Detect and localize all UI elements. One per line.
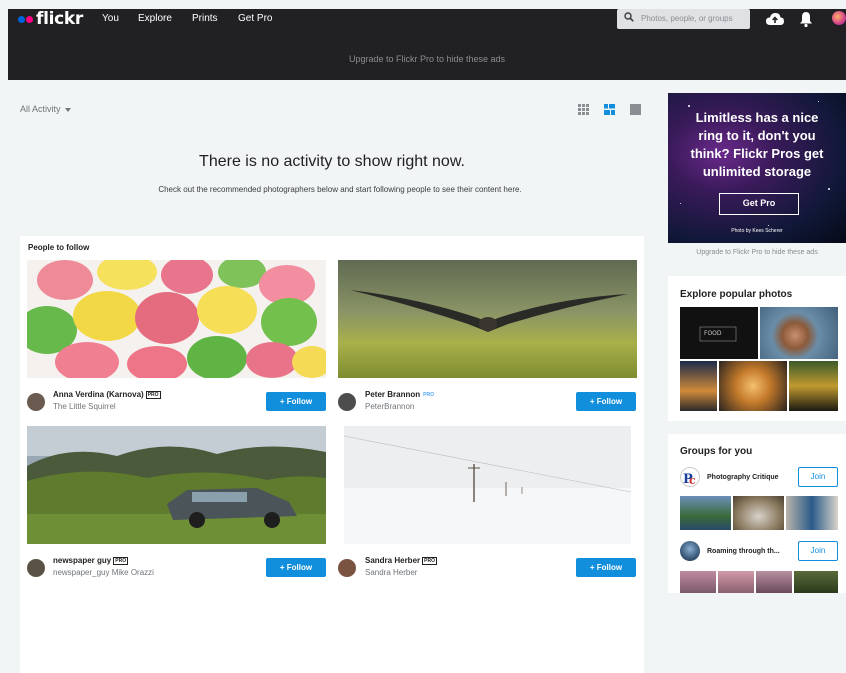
group-photo[interactable]	[794, 571, 838, 593]
person-name[interactable]: Anna Verdina (Karnova) PRO	[53, 390, 161, 399]
pro-badge: PRO	[145, 390, 161, 399]
empty-state-subtitle: Check out the recommended photographers …	[158, 185, 522, 194]
group-photo[interactable]	[786, 496, 838, 530]
activity-filter-dropdown[interactable]: All Activity	[20, 104, 71, 114]
ad-headline-line: Limitless has a nice	[695, 110, 819, 125]
ad-headline: Limitless has a nice ring to it, don't y…	[668, 109, 846, 181]
pro-badge: PRO	[422, 556, 437, 565]
star	[688, 105, 690, 107]
search-box[interactable]: Photos, people, or groups	[617, 9, 750, 29]
person-photo[interactable]	[344, 426, 631, 544]
group-photo[interactable]	[733, 496, 784, 530]
person-card: Peter Brannon PRO PeterBrannon + Follow	[338, 260, 637, 420]
join-button[interactable]: Join	[798, 467, 838, 487]
svg-text:FOOD: FOOD	[704, 330, 722, 337]
explore-photo[interactable]	[789, 361, 838, 411]
person-card: Anna Verdina (Karnova) PRO The Little Squ…	[27, 260, 326, 420]
activity-filter-label: All Activity	[20, 104, 61, 114]
ad-headline-line: think? Flickr Pros get	[690, 146, 824, 161]
upload-cloud-icon[interactable]	[765, 10, 785, 28]
person-subtitle: The Little Squirrel	[53, 402, 116, 411]
pro-badge: PRO	[423, 391, 434, 398]
group-photo[interactable]	[680, 571, 716, 593]
groups-title: Groups for you	[680, 446, 753, 457]
star	[680, 203, 681, 204]
explore-photo[interactable]: FOOD	[680, 307, 758, 359]
svg-text:c: c	[689, 474, 696, 487]
star	[828, 188, 830, 190]
explore-photo[interactable]	[680, 361, 717, 411]
group-name[interactable]: Photography Critique	[707, 474, 779, 481]
nav-link-get-pro[interactable]: Get Pro	[238, 13, 272, 24]
ad-upgrade-note[interactable]: Upgrade to Flickr Pro to hide these ads	[668, 249, 846, 256]
logo-blue-dot	[18, 15, 25, 23]
bell-icon[interactable]	[799, 10, 813, 28]
activity-main: All Activity There is no activity to sho…	[8, 80, 660, 673]
global-nav: flickr You Explore Prints Get Pro Photos…	[8, 9, 846, 29]
user-avatar[interactable]	[832, 11, 846, 25]
group-photo[interactable]	[756, 571, 792, 593]
group-photo[interactable]	[718, 571, 754, 593]
large-view-icon[interactable]	[630, 104, 641, 115]
ad-headline-line: unlimited storage	[702, 164, 812, 179]
nav-link-explore[interactable]: Explore	[138, 13, 172, 24]
person-name-text: Anna Verdina (Karnova)	[53, 390, 144, 399]
star	[818, 101, 819, 102]
person-name-text: Sandra Herber	[365, 556, 421, 565]
person-name-text: newspaper guy	[53, 556, 112, 565]
person-name-text: Peter Brannon	[365, 390, 421, 399]
follow-button[interactable]: + Follow	[576, 558, 636, 577]
explore-photo[interactable]	[719, 361, 787, 411]
pro-badge: PRO	[113, 556, 129, 565]
follow-button[interactable]: + Follow	[266, 392, 326, 411]
group-photo[interactable]	[680, 496, 731, 530]
ad-photo-credit: Photo by Kees Scherer	[731, 228, 783, 234]
get-pro-button[interactable]: Get Pro	[719, 193, 799, 215]
follow-button[interactable]: + Follow	[576, 392, 636, 411]
groups-panel: Groups for you Pc Photography Critique J…	[668, 434, 846, 593]
star	[768, 225, 769, 226]
person-photo[interactable]	[27, 426, 326, 544]
person-name[interactable]: newspaper guy PRO	[53, 556, 129, 565]
group-icon[interactable]	[680, 541, 700, 561]
logo-pink-dot	[26, 15, 33, 23]
avatar[interactable]	[27, 559, 45, 577]
avatar[interactable]	[27, 393, 45, 411]
join-button[interactable]: Join	[798, 541, 838, 561]
follow-button[interactable]: + Follow	[266, 558, 326, 577]
person-name[interactable]: Peter Brannon PRO	[365, 390, 435, 399]
avatar[interactable]	[338, 393, 356, 411]
empty-state-title: There is no activity to show right now.	[199, 153, 465, 170]
person-name[interactable]: Sandra Herber PRO	[365, 556, 437, 565]
person-subtitle: newspaper_guy Mike Orazzi	[53, 568, 154, 577]
search-icon	[624, 12, 634, 22]
grid-view-icon[interactable]	[578, 104, 589, 115]
person-photo[interactable]	[338, 260, 637, 378]
group-name[interactable]: Roaming through th...	[707, 548, 780, 555]
person-photo[interactable]	[27, 260, 326, 378]
chevron-down-icon	[64, 107, 71, 112]
medium-view-icon[interactable]	[604, 104, 615, 115]
people-to-follow-panel: People to follow Anna Verdina (Karnova) …	[20, 236, 644, 673]
person-subtitle: PeterBrannon	[365, 402, 415, 411]
ad-headline-line: ring to it, don't you	[698, 128, 816, 143]
pro-ad-banner[interactable]: Limitless has a nice ring to it, don't y…	[668, 93, 846, 243]
person-card: Sandra Herber PRO Sandra Herber + Follow	[338, 426, 637, 586]
top-bar: flickr You Explore Prints Get Pro Photos…	[8, 9, 846, 80]
upgrade-banner[interactable]: Upgrade to Flickr Pro to hide these ads	[8, 54, 846, 64]
nav-link-you[interactable]: You	[102, 13, 119, 24]
explore-panel: Explore popular photos FOOD	[668, 276, 846, 421]
person-subtitle: Sandra Herber	[365, 568, 418, 577]
person-card: newspaper guy PRO newspaper_guy Mike Oraz…	[27, 426, 326, 586]
group-icon[interactable]: Pc	[680, 467, 700, 487]
explore-title: Explore popular photos	[680, 289, 793, 300]
people-to-follow-title: People to follow	[28, 243, 90, 252]
avatar[interactable]	[338, 559, 356, 577]
nav-link-prints[interactable]: Prints	[192, 13, 218, 24]
flickr-logo[interactable]: flickr	[18, 9, 84, 29]
search-placeholder: Photos, people, or groups	[641, 14, 733, 23]
logo-wordmark: flickr	[36, 9, 84, 29]
explore-photo[interactable]	[760, 307, 838, 359]
